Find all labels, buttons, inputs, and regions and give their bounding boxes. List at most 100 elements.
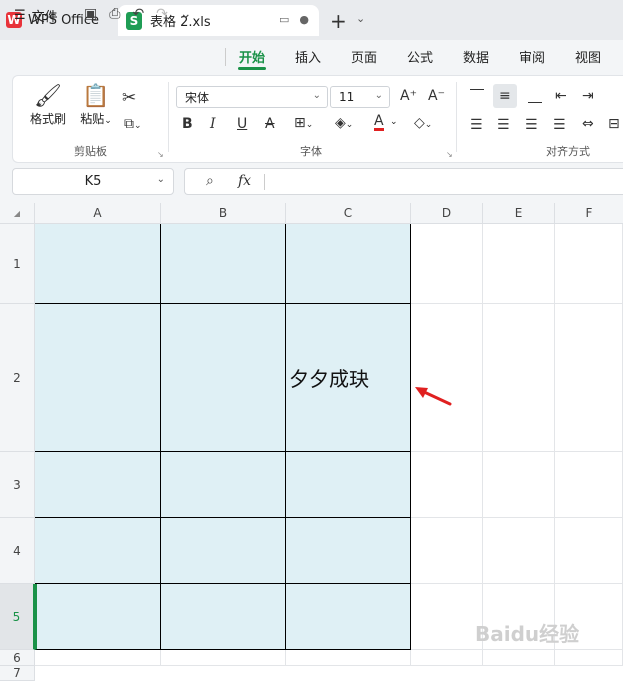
row-header-2[interactable]: 2 <box>0 304 35 452</box>
table-cell[interactable] <box>286 584 411 650</box>
grid-cell[interactable] <box>411 304 483 452</box>
justify-icon[interactable]: ☰ <box>553 117 566 133</box>
increase-indent-icon[interactable]: ⇥ <box>582 88 594 104</box>
row-header-5[interactable]: 5 <box>0 584 35 650</box>
paste-button[interactable]: 📋 粘贴⌄ <box>76 84 116 127</box>
save-icon[interactable]: ▣ <box>84 6 97 22</box>
grid-cell[interactable] <box>411 224 483 304</box>
align-right-icon[interactable]: ☰ <box>525 117 538 133</box>
table-cell[interactable] <box>286 452 411 518</box>
clear-format-icon[interactable]: ◇⌄ <box>414 115 432 131</box>
font-color-icon[interactable]: A <box>374 114 384 131</box>
tab-data[interactable]: 数据 <box>463 47 489 66</box>
column-header-e[interactable]: E <box>483 203 555 224</box>
table-cell[interactable] <box>35 224 161 304</box>
decrease-indent-icon[interactable]: ⇤ <box>555 88 567 104</box>
table-cell[interactable] <box>161 304 286 452</box>
table-cell[interactable] <box>161 224 286 304</box>
grid-cell[interactable] <box>483 224 555 304</box>
grid-cell[interactable] <box>411 518 483 584</box>
bold-icon[interactable]: B <box>182 116 193 132</box>
dialog-launcher-icon[interactable]: ↘ <box>446 150 453 159</box>
grid-cell[interactable] <box>35 650 161 666</box>
dialog-launcher-icon[interactable]: ↘ <box>157 150 164 159</box>
print-preview-icon[interactable]: ⎙ <box>109 6 120 22</box>
grid-cell[interactable] <box>555 304 623 452</box>
cut-icon[interactable]: ✂ <box>122 88 136 108</box>
more-chevron-icon[interactable]: ⌄ <box>180 6 192 22</box>
tab-insert[interactable]: 插入 <box>295 47 321 66</box>
table-cell[interactable] <box>286 518 411 584</box>
align-left-icon[interactable]: ☰ <box>470 117 483 133</box>
chevron-down-icon[interactable]: ⌄ <box>390 117 398 127</box>
table-cell[interactable] <box>35 452 161 518</box>
align-center-icon[interactable]: ☰ <box>497 117 510 133</box>
new-tab-icon[interactable]: + <box>330 9 347 33</box>
select-all-corner[interactable]: ◢ <box>0 203 35 224</box>
column-header-d[interactable]: D <box>411 203 483 224</box>
cell-c2[interactable]: 夕夕成玦 <box>286 304 411 452</box>
row-header-3[interactable]: 3 <box>0 452 35 518</box>
column-header-f[interactable]: F <box>555 203 623 224</box>
format-painter-button[interactable]: 🖌 格式刷 <box>28 84 68 127</box>
row-header-4[interactable]: 4 <box>0 518 35 584</box>
row-header-1[interactable]: 1 <box>0 224 35 304</box>
decrease-font-icon[interactable]: A⁻ <box>428 88 445 104</box>
increase-font-icon[interactable]: A⁺ <box>400 88 417 104</box>
table-cell[interactable] <box>35 584 161 650</box>
italic-icon[interactable]: I <box>210 116 216 132</box>
tab-dot-icon[interactable]: ● <box>299 13 309 26</box>
monitor-icon[interactable]: ▭ <box>279 13 289 26</box>
undo-icon[interactable]: ↶ <box>132 6 144 22</box>
row-header-7[interactable]: 7 <box>0 666 35 681</box>
border-icon[interactable]: ⊞⌄ <box>294 115 313 131</box>
grid-cell[interactable] <box>411 584 483 650</box>
align-top-icon[interactable]: ⎺ <box>470 88 484 104</box>
grid-cell[interactable] <box>411 452 483 518</box>
name-box[interactable]: K5 ⌄ <box>12 168 174 195</box>
grid-cell[interactable] <box>555 224 623 304</box>
underline-icon[interactable]: U <box>237 116 247 132</box>
tab-home[interactable]: 开始 <box>239 47 265 66</box>
tab-formula[interactable]: 公式 <box>407 47 433 66</box>
tab-page[interactable]: 页面 <box>351 47 377 66</box>
tab-view[interactable]: 视图 <box>575 47 601 66</box>
chevron-down-icon: ⌄ <box>374 90 383 101</box>
row-header-6[interactable]: 6 <box>0 650 35 666</box>
column-header-a[interactable]: A <box>35 203 161 224</box>
grid-cell[interactable] <box>161 650 286 666</box>
table-cell[interactable] <box>286 224 411 304</box>
table-cell[interactable] <box>161 518 286 584</box>
table-cell[interactable] <box>35 304 161 452</box>
chevron-down-icon[interactable]: ⌄ <box>356 12 365 25</box>
annotation-arrow-icon <box>415 387 452 406</box>
clipboard-group-label: 剪贴板 <box>74 145 107 158</box>
column-header-b[interactable]: B <box>161 203 286 224</box>
column-header-c[interactable]: C <box>286 203 411 224</box>
redo-icon[interactable]: ↷ <box>156 6 168 22</box>
grid-cell[interactable] <box>411 650 483 666</box>
zoom-search-icon[interactable]: ⌕ <box>206 173 214 189</box>
grid-cell[interactable] <box>555 452 623 518</box>
file-menu[interactable]: ☰ 文件 <box>14 6 58 25</box>
table-cell[interactable] <box>161 584 286 650</box>
grid-cell[interactable] <box>555 650 623 666</box>
grid-cell[interactable] <box>483 518 555 584</box>
grid-cell[interactable] <box>555 518 623 584</box>
font-name-select[interactable]: 宋体 ⌄ <box>176 86 328 108</box>
table-cell[interactable] <box>35 518 161 584</box>
strikethrough-icon[interactable]: A <box>265 116 275 132</box>
align-bottom-icon[interactable]: ⎽ <box>528 88 542 104</box>
table-cell[interactable] <box>161 452 286 518</box>
grid-cell[interactable] <box>286 650 411 666</box>
grid-cell[interactable] <box>483 304 555 452</box>
grid-cell[interactable] <box>483 650 555 666</box>
fill-color-icon[interactable]: ◈⌄ <box>335 115 353 131</box>
grid-cell[interactable] <box>483 452 555 518</box>
distributed-align-icon[interactable]: ⇔ <box>582 116 594 132</box>
copy-icon[interactable]: ⧉⌄ <box>124 116 142 132</box>
fx-icon[interactable]: fx <box>238 173 251 189</box>
wrap-text-icon[interactable]: ⊟ <box>608 116 620 132</box>
font-size-select[interactable]: 11 ⌄ <box>330 86 390 108</box>
tab-review[interactable]: 审阅 <box>519 47 545 66</box>
